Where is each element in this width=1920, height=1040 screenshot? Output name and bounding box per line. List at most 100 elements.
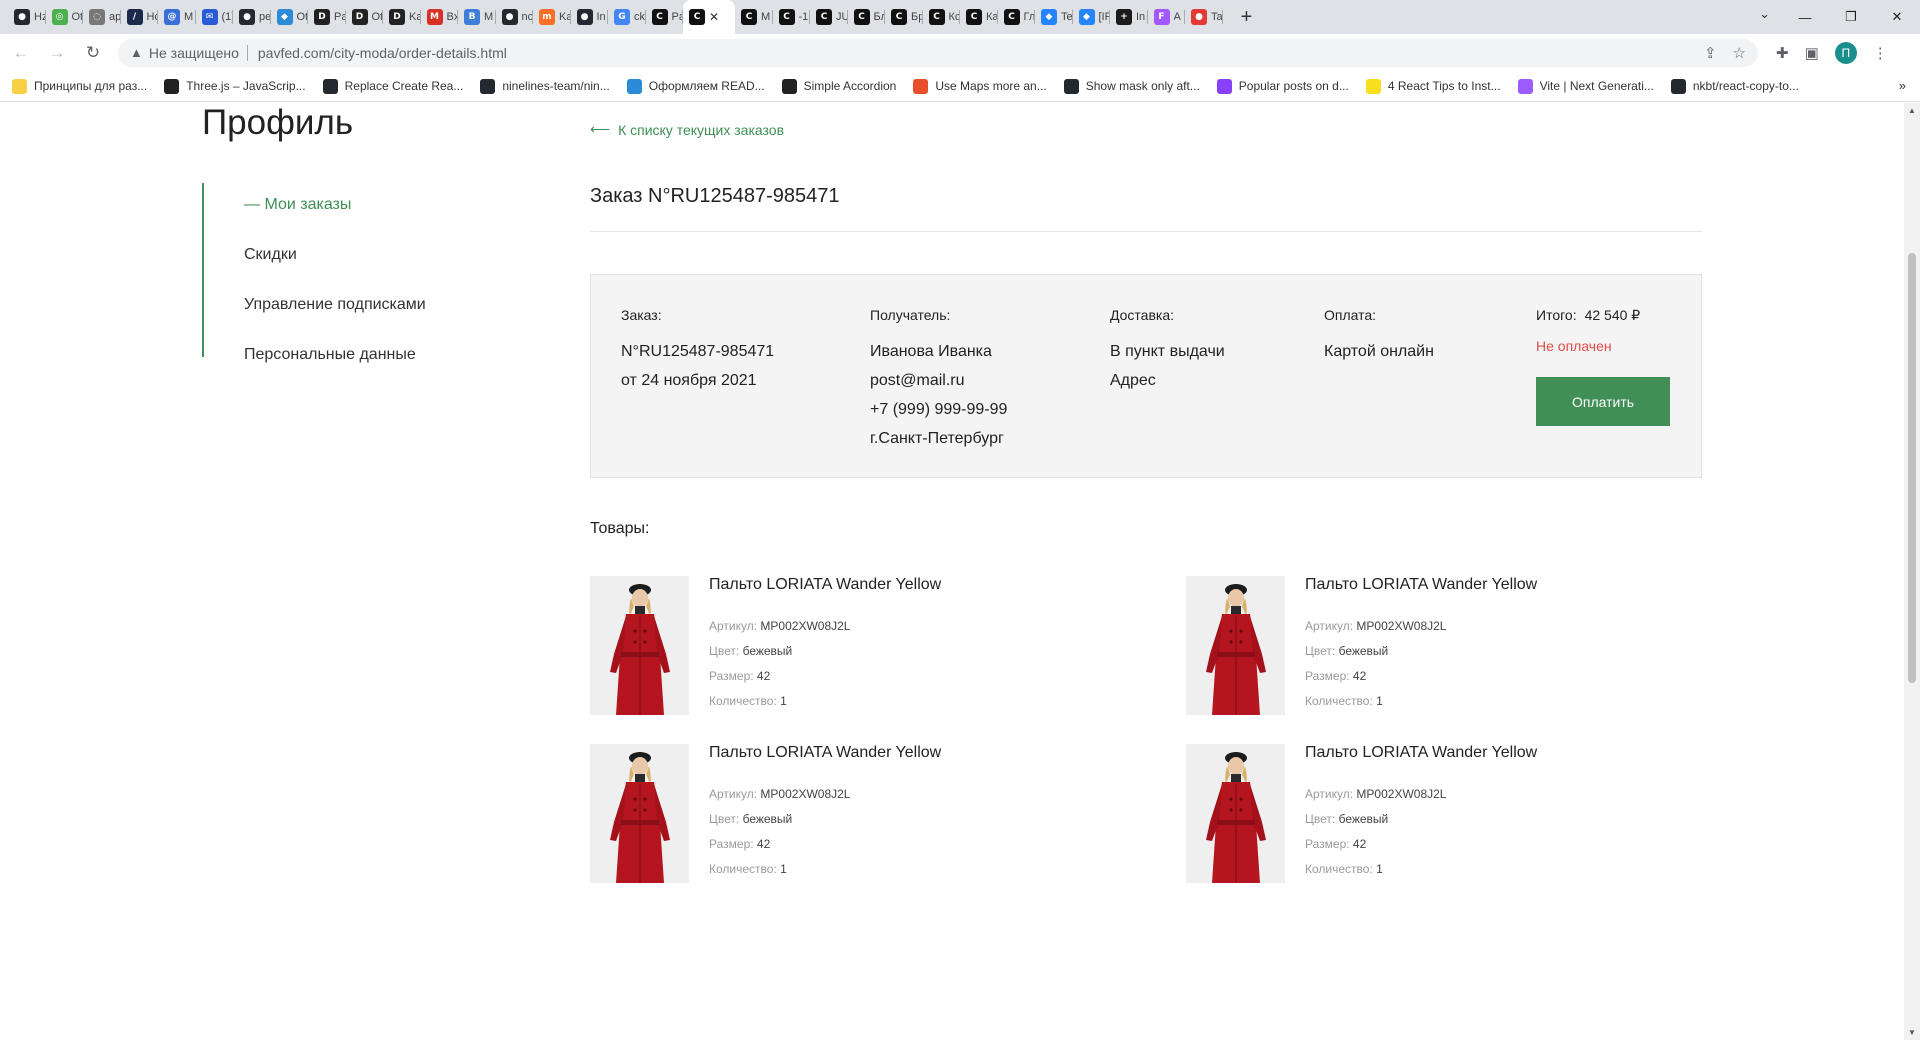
browser-tab[interactable]: C Гл: [998, 0, 1035, 34]
bookmarks-more-icon[interactable]: »: [1899, 78, 1906, 93]
bookmark-item[interactable]: Оформляем READ...: [626, 78, 765, 94]
product-image[interactable]: [1186, 744, 1285, 883]
close-window-icon[interactable]: ✕: [1874, 0, 1920, 34]
close-tab-icon[interactable]: ✕: [709, 10, 719, 24]
browser-tab[interactable]: C Бл: [848, 0, 885, 34]
warning-icon[interactable]: ▲: [130, 45, 143, 60]
side-nav-personal-data[interactable]: Персональные данные: [244, 346, 416, 364]
github-icon: [1670, 78, 1686, 94]
browser-tab[interactable]: C Ка: [960, 0, 998, 34]
side-panel-icon[interactable]: ▣: [1805, 44, 1819, 62]
browser-tab[interactable]: CM: [735, 0, 773, 34]
bookmark-label: Simple Accordion: [803, 79, 897, 93]
browser-tab[interactable]: C Кс: [923, 0, 960, 34]
product-card[interactable]: Пальто LORIATA Wander Yellow Артикул: MP0…: [590, 576, 1150, 716]
codepen-icon: C: [928, 9, 945, 25]
product-card[interactable]: Пальто LORIATA Wander Yellow Артикул: MP0…: [1186, 576, 1746, 716]
browser-tab[interactable]: FA: [1148, 0, 1186, 34]
side-nav-my-orders[interactable]: — Мои заказы: [244, 196, 351, 214]
product-card[interactable]: Пальто LORIATA Wander Yellow Артикул: MP0…: [1186, 744, 1746, 884]
share-icon[interactable]: ⇪: [1704, 44, 1717, 62]
bookmark-item[interactable]: nkbt/react-copy-to...: [1670, 78, 1799, 94]
bookmark-item[interactable]: Принципы для раз...: [12, 78, 148, 94]
product-name[interactable]: Пальто LORIATA Wander Yellow: [709, 744, 941, 762]
insecure-label[interactable]: Не защищено: [149, 45, 239, 61]
browser-tab[interactable]: ● nc: [496, 0, 533, 34]
product-name[interactable]: Пальто LORIATA Wander Yellow: [1305, 576, 1537, 594]
browser-tab[interactable]: C Бр: [885, 0, 923, 34]
bookmark-item[interactable]: ninelines-team/nin...: [480, 78, 610, 94]
browser-tab[interactable]: D Pa: [308, 0, 346, 34]
browser-tab[interactable]: C Pa: [646, 0, 683, 34]
at-icon: @: [164, 9, 180, 25]
bookmark-label: nkbt/react-copy-to...: [1692, 79, 1799, 93]
page-scrollbar[interactable]: ▲ ▼: [1904, 103, 1920, 1040]
bookmark-item[interactable]: Simple Accordion: [781, 78, 897, 94]
reload-icon[interactable]: ↻: [78, 38, 108, 68]
product-card[interactable]: Пальто LORIATA Wander Yellow Артикул: MP0…: [590, 744, 1150, 884]
new-tab-icon[interactable]: +: [1233, 6, 1261, 29]
browser-tab[interactable]: ● Hz: [8, 0, 46, 34]
minimize-icon[interactable]: —: [1782, 0, 1828, 34]
scroll-up-icon[interactable]: ▲: [1908, 106, 1916, 115]
restore-icon[interactable]: ❐: [1828, 0, 1874, 34]
bookmark-item[interactable]: Vite | Next Generati...: [1517, 78, 1654, 94]
bookmark-item[interactable]: 4 React Tips to Inst...: [1365, 78, 1501, 94]
browser-tab[interactable]: ◆ [IF: [1073, 0, 1110, 34]
product-attr-color: Цвет: бежевый: [709, 812, 792, 826]
side-nav-subscriptions[interactable]: Управление подписками: [244, 296, 426, 314]
browser-tab[interactable]: ● In: [571, 0, 609, 34]
browser-tab[interactable]: C JU: [810, 0, 848, 34]
browser-tab[interactable]: ● pe: [233, 0, 271, 34]
browser-tab[interactable]: M Bx: [421, 0, 458, 34]
attr-label: Размер:: [1305, 837, 1350, 851]
browser-tab[interactable]: C -1: [773, 0, 811, 34]
extensions-icon[interactable]: ✚: [1776, 44, 1789, 62]
attr-value: MP002XW08J2L: [760, 619, 851, 633]
pay-button[interactable]: Оплатить: [1536, 377, 1670, 426]
browser-tab-active[interactable]: C ✕: [683, 0, 735, 34]
browser-tab[interactable]: Gck: [608, 0, 646, 34]
menu-dots-icon[interactable]: ⋮: [1873, 44, 1888, 62]
address-bar[interactable]: ▲ Не защищено pavfed.com/city-moda/order…: [118, 38, 1758, 67]
browser-tab[interactable]: ◆ Te: [1035, 0, 1073, 34]
product-image[interactable]: [1186, 576, 1285, 715]
profile-avatar[interactable]: П: [1834, 41, 1857, 64]
product-image[interactable]: [590, 744, 689, 883]
star-icon[interactable]: ☆: [1733, 44, 1746, 62]
browser-tab[interactable]: ✉(1): [196, 0, 233, 34]
scroll-down-icon[interactable]: ▼: [1908, 1028, 1916, 1037]
attr-label: Количество:: [709, 694, 777, 708]
bookmark-item[interactable]: Three.js – JavaScrip...: [164, 78, 306, 94]
browser-tab[interactable]: / Hc: [121, 0, 158, 34]
tab-search-icon[interactable]: ⌄: [1759, 6, 1770, 22]
browser-tab[interactable]: ◆ Ot: [271, 0, 308, 34]
browser-tab[interactable]: + In: [1110, 0, 1148, 34]
browser-tab[interactable]: ◌ ap: [83, 0, 121, 34]
bookmark-item[interactable]: Popular posts on d...: [1216, 78, 1349, 94]
browser-tab[interactable]: D Ka: [383, 0, 421, 34]
bookmark-label: Принципы для раз...: [34, 79, 148, 93]
browser-tab[interactable]: BM: [458, 0, 496, 34]
forward-arrow-icon[interactable]: →: [42, 38, 72, 68]
product-name[interactable]: Пальто LORIATA Wander Yellow: [709, 576, 941, 594]
back-arrow-icon[interactable]: ←: [6, 38, 36, 68]
product-image[interactable]: [590, 576, 689, 715]
browser-tab[interactable]: m Ka: [533, 0, 571, 34]
browser-tab[interactable]: ◎ Ot: [46, 0, 83, 34]
scroll-thumb[interactable]: [1908, 253, 1916, 683]
bookmark-item[interactable]: Show mask only aft...: [1063, 78, 1200, 94]
back-to-orders-link[interactable]: ⟵ К списку текущих заказов: [590, 121, 784, 138]
plus-square-icon: +: [1116, 9, 1132, 25]
attr-label: Артикул:: [709, 787, 758, 801]
url-text[interactable]: pavfed.com/city-moda/order-details.html: [258, 45, 507, 61]
product-name[interactable]: Пальто LORIATA Wander Yellow: [1305, 744, 1537, 762]
attr-value: 42: [756, 837, 771, 851]
bookmark-item[interactable]: Replace Create Rea...: [322, 78, 463, 94]
browser-tab[interactable]: D Ot: [346, 0, 383, 34]
bookmark-item[interactable]: Use Maps more an...: [913, 78, 1047, 94]
browser-tab[interactable]: ● Ta: [1185, 0, 1223, 34]
side-nav-discounts[interactable]: Скидки: [244, 246, 297, 264]
browser-tab[interactable]: @ M: [158, 0, 196, 34]
summary-payment-col: Оплата: Картой онлайн: [1324, 307, 1434, 366]
